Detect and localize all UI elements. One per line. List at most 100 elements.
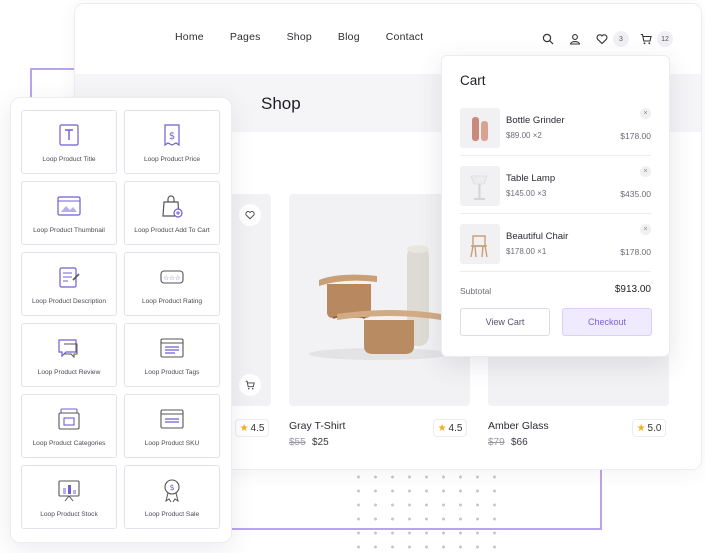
rating-value: 4.5 [448,422,463,434]
widget-loop-product-sku[interactable]: Loop Product SKU [124,394,220,458]
widget-label: Loop Product Add To Cart [134,227,210,234]
product-name[interactable]: Amber Glass [488,420,549,432]
cart-item-thumbnail[interactable] [460,224,500,264]
svg-text:$: $ [169,483,174,492]
svg-text:☆☆☆: ☆☆☆ [163,274,181,282]
widget-label: Loop Product Sale [144,511,200,518]
widget-label: Loop Product Categories [32,440,106,447]
categories-icon [58,408,80,430]
widget-loop-product-sale[interactable]: $ Loop Product Sale [124,465,220,529]
widget-loop-product-review[interactable]: Loop Product Review [21,323,117,387]
nav-actions: 3 12 [539,30,681,48]
divider [460,155,651,156]
nav-link-home[interactable]: Home [175,31,204,43]
tags-icon [160,338,184,358]
cart-count-badge: 12 [657,31,673,47]
search-icon[interactable] [539,30,557,48]
user-icon[interactable] [566,30,584,48]
star-icon: ★ [239,422,249,434]
add-to-cart-icon[interactable] [239,374,261,396]
cart-item-total: $178.00 [620,247,651,257]
rating-value: 4.5 [250,422,265,434]
subtotal-value: $913.00 [614,284,651,295]
star-icon: ★ [437,422,447,434]
remove-item-icon[interactable]: × [640,166,651,177]
product-price: $66 [511,437,528,448]
cart-icon[interactable] [637,30,655,48]
widget-loop-product-description[interactable]: Loop Product Description [21,252,117,316]
widget-loop-product-price[interactable]: $ Loop Product Price [124,110,220,174]
rating-value: 5.0 [647,422,662,434]
widget-loop-product-rating[interactable]: ☆☆☆ Loop Product Rating [124,252,220,316]
rating-stars-icon: ☆☆☆ [160,270,184,284]
widget-label: Loop Product Thumbnail [33,227,105,234]
cart-title: Cart [460,73,486,88]
decor-dot-grid [350,470,500,553]
price-tag-icon: $ [164,124,180,147]
product-name[interactable]: Gray T-Shirt [289,420,345,432]
remove-item-icon[interactable]: × [640,224,651,235]
nav-menu: Home Pages Shop Blog Contact [175,31,423,43]
svg-text:$: $ [169,131,175,142]
product-old-price: $55 [289,437,306,448]
widget-label: Loop Product Rating [141,298,203,305]
cart-item-total: $435.00 [620,189,651,199]
cart-dropdown: Cart Bottle Grinder $89.00 ×2 × $178.00 … [441,55,670,357]
cart-item-name[interactable]: Beautiful Chair [506,231,568,242]
decor-line-left [30,68,32,100]
cart-item-total: $178.00 [620,131,651,141]
wishlist-count-badge: 3 [613,31,629,47]
widget-loop-product-stock[interactable]: Loop Product Stock [21,465,117,529]
view-cart-button[interactable]: View Cart [460,308,550,336]
stock-chart-icon [58,480,80,502]
review-bubble-icon [58,339,78,359]
product-rating-badge: ★ 4.5 [235,419,269,437]
image-icon [57,196,81,216]
widget-label: Loop Product Review [37,369,101,376]
widget-loop-product-thumbnail[interactable]: Loop Product Thumbnail [21,181,117,245]
nav-link-blog[interactable]: Blog [338,31,360,43]
widget-label: Loop Product Stock [40,511,98,518]
product-price: $25 [312,437,329,448]
shopping-bag-icon [162,195,183,218]
decor-line-top [30,68,76,70]
cart-item-name[interactable]: Table Lamp [506,173,555,184]
wishlist-heart-icon[interactable] [239,204,261,226]
cart-item-name[interactable]: Bottle Grinder [506,115,565,126]
decor-line-right [600,470,602,530]
cart-item-thumbnail[interactable] [460,166,500,206]
nav-link-shop[interactable]: Shop [287,31,312,43]
subtotal-label: Subtotal [460,286,492,296]
nav-link-contact[interactable]: Contact [386,31,424,43]
divider [460,271,651,272]
widget-label: Loop Product Title [42,156,96,163]
product-rating-badge: ★ 5.0 [632,419,666,437]
widget-label: Loop Product SKU [144,440,200,447]
remove-item-icon[interactable]: × [640,108,651,119]
widget-loop-product-title[interactable]: Loop Product Title [21,110,117,174]
cart-item-qty: $145.00 ×3 [506,189,547,198]
nav-link-pages[interactable]: Pages [230,31,261,43]
heart-icon[interactable] [593,30,611,48]
product-rating-badge: ★ 4.5 [433,419,467,437]
title-icon [59,124,79,146]
widget-loop-product-add-to-cart[interactable]: Loop Product Add To Cart [124,181,220,245]
widget-label: Loop Product Description [31,298,107,305]
widget-panel: Loop Product Title $ Loop Product Price … [10,97,232,543]
star-icon: ★ [636,422,646,434]
widget-loop-product-tags[interactable]: Loop Product Tags [124,323,220,387]
page-title: Shop [261,94,301,113]
cart-item-qty: $178.00 ×1 [506,247,547,256]
divider [460,213,651,214]
cart-item-qty: $89.00 ×2 [506,131,542,140]
product-old-price: $79 [488,437,505,448]
sale-badge-icon: $ [164,479,180,503]
widget-label: Loop Product Tags [144,369,200,376]
description-icon [59,267,80,288]
checkout-button[interactable]: Checkout [562,308,652,336]
cart-item-thumbnail[interactable] [460,108,500,148]
bottle-grinder-image [472,117,488,141]
widget-loop-product-categories[interactable]: Loop Product Categories [21,394,117,458]
widget-label: Loop Product Price [143,156,201,163]
chair-image [470,235,488,258]
